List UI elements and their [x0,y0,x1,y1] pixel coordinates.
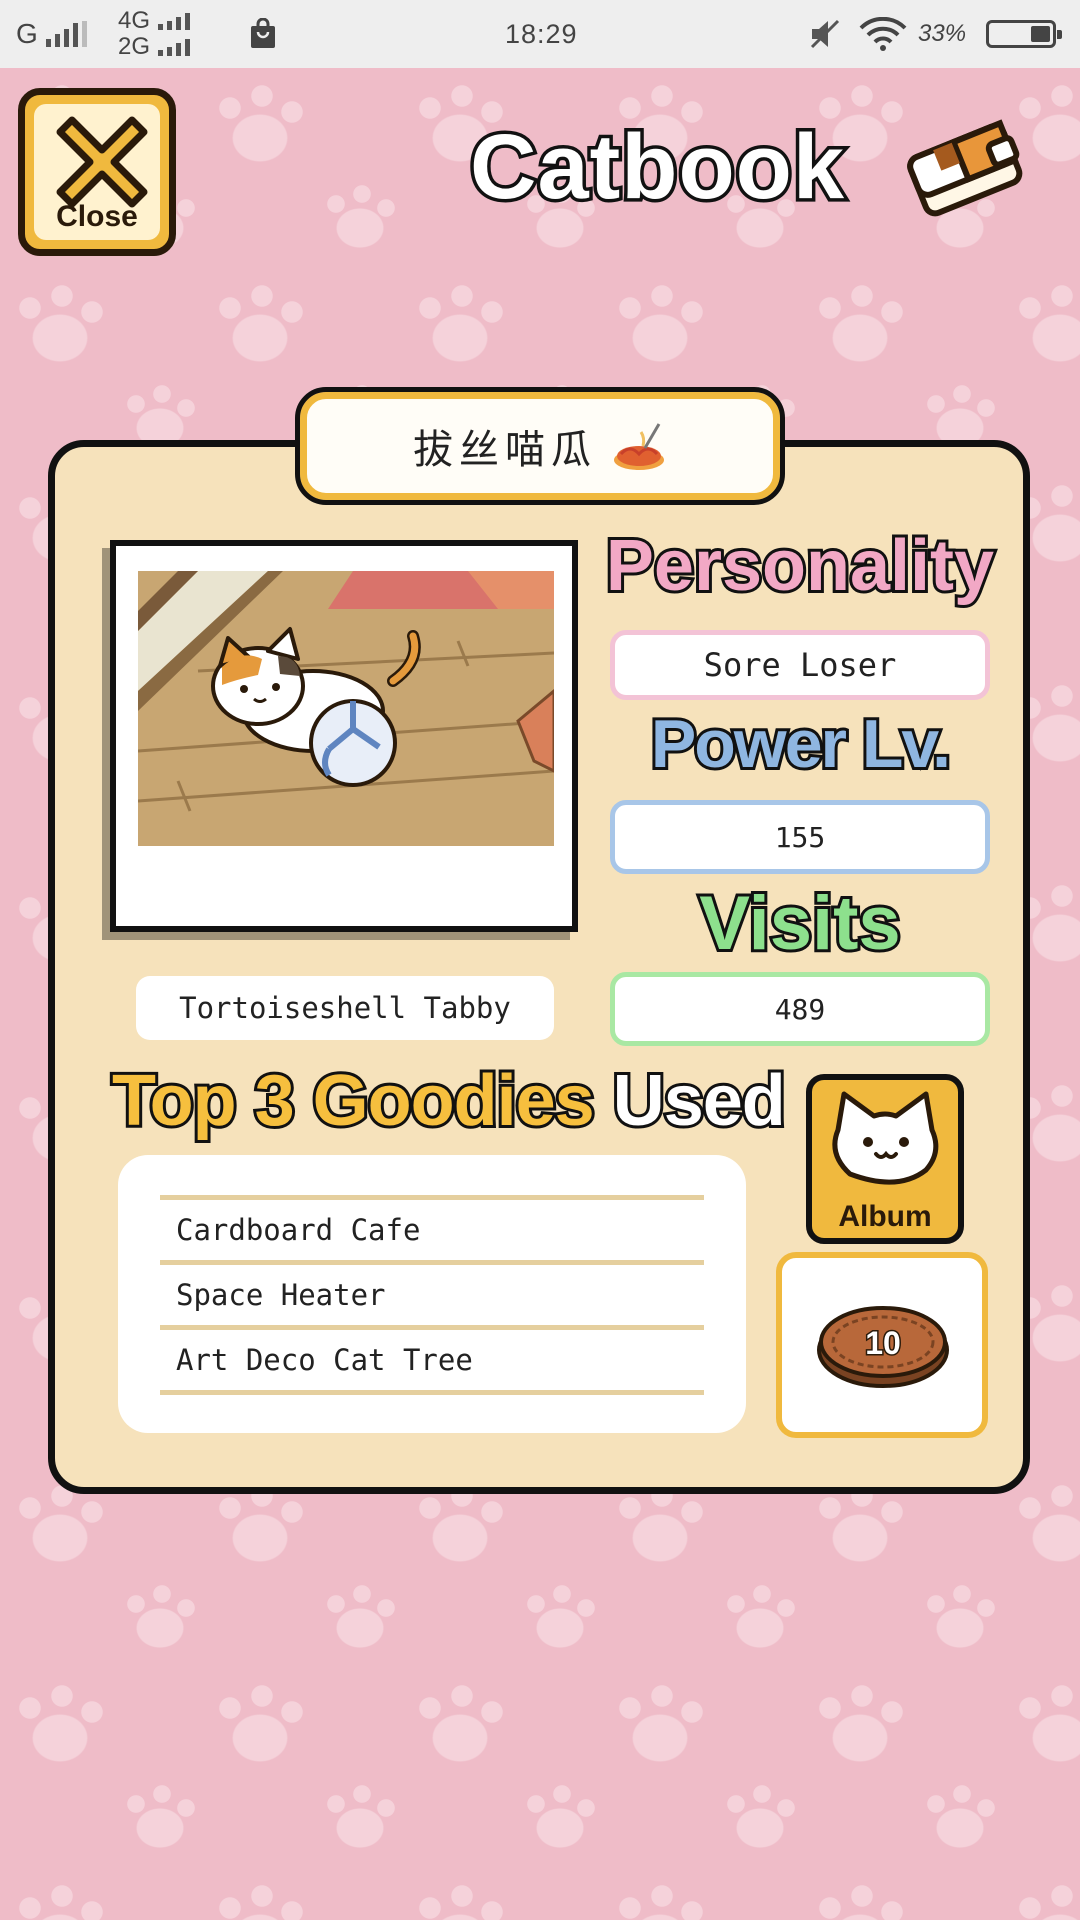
catbook-icon [907,119,1023,217]
coin-icon: 10 [817,1306,949,1388]
goodie-item: Space Heater [160,1260,704,1325]
carrier-label: G [16,18,38,49]
pasta-icon [614,423,664,470]
status-bar: G 4G 2G 18:29 33% [0,0,1080,68]
album-label: Album [838,1200,932,1233]
visits-value: 489 [610,972,990,1046]
battery-icon [986,0,1062,68]
network-type-bottom: 2G [118,33,151,60]
cat-face-icon [832,1091,939,1185]
mute-icon [808,0,842,68]
close-label: Close [56,200,138,233]
power-level-heading: Power Lv. [648,703,954,785]
signal-icon [45,21,87,47]
album-button[interactable]: Album [806,1074,964,1244]
network-stack: 4G 2G [118,0,191,68]
goodies-heading: Top 3 Goodies Used [109,1058,789,1156]
cat-photo-image [138,571,554,846]
cat-photo [110,540,578,932]
shopping-bag-icon [248,0,278,68]
visits-heading: Visits [696,878,903,969]
goodies-divider [160,1390,704,1395]
signal-icon [158,38,191,56]
coin-value: 10 [865,1325,901,1361]
power-level-value: 155 [610,800,990,874]
wifi-icon [858,0,908,68]
battery-percent: 33% [918,20,967,47]
cat-breed: Tortoiseshell Tabby [136,976,554,1040]
network-type-top: 4G [118,7,151,34]
close-button-face: Close [34,104,160,240]
personality-heading: Personality [603,523,997,609]
cat-name: 拔丝喵瓜 [413,427,597,473]
goodies-list: Cardboard Cafe Space Heater Art Deco Cat… [118,1155,746,1433]
signal-icon [158,12,191,30]
goodies-heading-highlight: Top 3 Goodies [109,1058,598,1144]
close-button[interactable]: Close [18,88,176,256]
clock: 18:29 [505,18,578,49]
close-icon [56,116,148,208]
page-title: Catbook [467,113,848,222]
personality-value: Sore Loser [610,630,990,700]
coin-reward[interactable]: 10 [776,1252,988,1438]
goodie-item: Art Deco Cat Tree [160,1325,704,1390]
carrier-signal: G [16,0,87,68]
goodie-item: Cardboard Cafe [160,1195,704,1260]
goodies-heading-rest: Used [610,1058,789,1144]
cat-name-tab: 拔丝喵瓜 [295,387,785,505]
